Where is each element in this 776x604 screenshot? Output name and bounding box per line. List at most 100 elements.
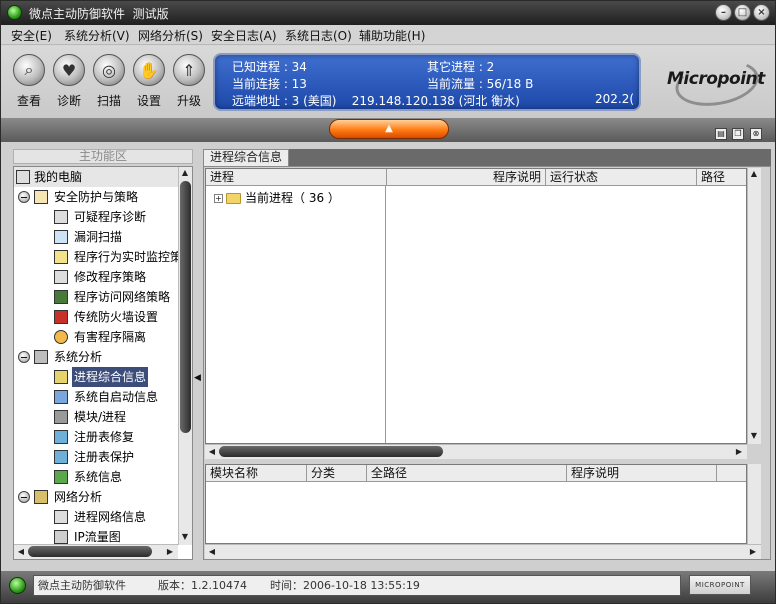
- tree-item-label: 程序访问网络策略: [74, 290, 171, 304]
- status-bar: 微点主动防御软件 版本：1.2.10474 时间：2006-10-18 13:5…: [1, 571, 775, 603]
- current-connections: 当前连接 : 13: [232, 77, 307, 91]
- upgrade-button[interactable]: ⇑ 升级: [171, 54, 207, 109]
- flag-icon: [34, 190, 48, 204]
- tile-view-icon[interactable]: ▤: [715, 128, 727, 140]
- window-title: 微点主动防御软件 测试版: [29, 7, 169, 21]
- tree-node-current-processes[interactable]: + 当前进程（ 36 ）: [214, 189, 340, 206]
- scroll-left-icon[interactable]: ◀: [206, 446, 218, 458]
- heart-pulse-icon: ♥: [53, 54, 85, 86]
- status-app-name: 微点主动防御软件: [38, 579, 126, 592]
- process-grid-vscroll[interactable]: ▲ ▼: [747, 168, 761, 444]
- scroll-right-icon[interactable]: ▶: [733, 446, 745, 458]
- tree-item-label: 注册表修复: [74, 430, 135, 444]
- magnifier-icon: ⌕: [13, 54, 45, 86]
- document-edit-icon: [54, 270, 68, 284]
- menu-system-log[interactable]: 系统日志(O): [285, 27, 352, 44]
- scroll-down-icon[interactable]: ▼: [179, 531, 191, 543]
- computer-icon: [16, 170, 30, 184]
- scroll-up-icon[interactable]: ▲: [748, 168, 760, 180]
- scan-button[interactable]: ◎ 扫描: [91, 54, 127, 109]
- column-category[interactable]: 分类: [307, 465, 367, 482]
- scroll-right-icon[interactable]: ▶: [747, 546, 759, 558]
- column-module-name[interactable]: 模块名称: [206, 465, 307, 482]
- tree-item-label: 网络分析: [54, 490, 103, 504]
- collapse-icon[interactable]: [18, 351, 30, 363]
- registry-protect-icon: [54, 450, 68, 464]
- tree-item-label: 系统分析: [54, 350, 103, 364]
- close-view-icon[interactable]: ⊗: [750, 128, 762, 140]
- process-grid-header: 进程 程序说明 运行状态 路径: [206, 169, 746, 186]
- column-program-desc[interactable]: 程序说明: [387, 169, 546, 186]
- tree-item-label: 系统自启动信息: [74, 390, 159, 404]
- status-version: 版本：1.2.10474: [158, 579, 247, 592]
- network-window-icon: [54, 290, 68, 304]
- menu-security[interactable]: 安全(E): [11, 27, 52, 44]
- remote-address: 远端地址 : 3 (美国) 219.148.120.138 (河北 衡水): [232, 94, 520, 108]
- column-full-path[interactable]: 全路径: [367, 465, 567, 482]
- expand-icon[interactable]: +: [214, 194, 223, 203]
- toolbar-separator: ▲: [1, 118, 775, 142]
- status-micropoint-logo: MICROPOINT: [689, 575, 751, 595]
- left-vertical-scrollbar[interactable]: ▲ ▼: [178, 167, 192, 545]
- scroll-left-icon[interactable]: ◀: [15, 546, 27, 558]
- magnifier-icon: [54, 230, 68, 244]
- title-bar[interactable]: 微点主动防御软件 测试版 – □ ×: [1, 1, 775, 25]
- collapse-toggle-button[interactable]: ▲: [329, 119, 449, 139]
- menu-security-log[interactable]: 安全日志(A): [211, 27, 277, 44]
- process-grid-hscroll[interactable]: ◀ ▶: [205, 444, 747, 459]
- scan-label: 扫描: [96, 94, 121, 108]
- splitter-collapse-icon[interactable]: ◀: [194, 373, 201, 383]
- firewall-icon: [54, 310, 68, 324]
- tree-item-label: 进程综合信息: [72, 367, 149, 387]
- settings-button[interactable]: ✋ 设置: [131, 54, 167, 109]
- status-time: 时间：2006-10-18 13:55:19: [270, 579, 420, 592]
- menu-utilities[interactable]: 辅助功能(H): [359, 27, 425, 44]
- scroll-up-icon[interactable]: ▲: [179, 167, 191, 179]
- traffic-chart-icon: [54, 530, 68, 544]
- column-path[interactable]: 路径: [697, 169, 746, 186]
- tree-item-label: 我的电脑: [34, 170, 83, 184]
- column-process[interactable]: 进程: [206, 169, 387, 186]
- collapse-icon[interactable]: [18, 491, 30, 503]
- startup-icon: [54, 390, 68, 404]
- remote-address-trailing: 202.2(: [595, 92, 635, 106]
- tab-process-info[interactable]: 进程综合信息: [203, 149, 289, 166]
- tree-item-label: 进程网络信息: [74, 510, 147, 524]
- scroll-left-icon[interactable]: ◀: [206, 546, 218, 558]
- diagnose-button[interactable]: ♥ 诊断: [51, 54, 87, 109]
- module-grid-vscroll[interactable]: [747, 464, 761, 544]
- tree-item-label: 程序行为实时监控策: [74, 250, 183, 264]
- menu-system-analysis[interactable]: 系统分析(V): [64, 27, 130, 44]
- left-horizontal-scrollbar[interactable]: ◀ ▶: [14, 544, 178, 559]
- tree-item-label: 系统信息: [74, 470, 123, 484]
- tree-item-label: 可疑程序诊断: [74, 210, 147, 224]
- window-view-icon[interactable]: ❐: [732, 128, 744, 140]
- maximize-button[interactable]: □: [734, 4, 751, 21]
- menu-network-analysis[interactable]: 网络分析(S): [138, 27, 203, 44]
- app-logo-icon: [7, 5, 22, 20]
- scroll-down-icon[interactable]: ▼: [748, 430, 760, 442]
- close-button[interactable]: ×: [753, 4, 770, 21]
- view-button[interactable]: ⌕ 查看: [11, 54, 47, 109]
- module-grid-header: 模块名称 分类 全路径 程序说明: [206, 465, 746, 482]
- process-list-icon: [54, 370, 68, 384]
- minimize-button[interactable]: –: [715, 4, 732, 21]
- tree-item-my-computer[interactable]: 我的电脑: [14, 167, 180, 187]
- left-vscroll-thumb[interactable]: [180, 181, 191, 433]
- document-search-icon: [54, 210, 68, 224]
- process-grid: 进程 程序说明 运行状态 路径 + 当前进程（ 36 ）: [205, 168, 747, 444]
- tree-item-label: 注册表保护: [74, 450, 135, 464]
- status-box: 微点主动防御软件 版本：1.2.10474 时间：2006-10-18 13:5…: [33, 575, 681, 596]
- collapse-icon[interactable]: [18, 191, 30, 203]
- system-window-icon: [34, 350, 48, 364]
- tree-item-label: 有害程序隔离: [74, 330, 147, 344]
- column-run-status[interactable]: 运行状态: [546, 169, 697, 186]
- column-module-desc[interactable]: 程序说明: [567, 465, 717, 482]
- view-label: 查看: [16, 94, 41, 108]
- process-hscroll-thumb[interactable]: [219, 446, 443, 457]
- scroll-right-icon[interactable]: ▶: [164, 546, 176, 558]
- left-hscroll-thumb[interactable]: [28, 546, 152, 557]
- tree-item-label: 漏洞扫描: [74, 230, 123, 244]
- module-grid-hscroll[interactable]: ◀ ▶: [205, 544, 761, 559]
- tree-item-label: 传统防火墙设置: [74, 310, 159, 324]
